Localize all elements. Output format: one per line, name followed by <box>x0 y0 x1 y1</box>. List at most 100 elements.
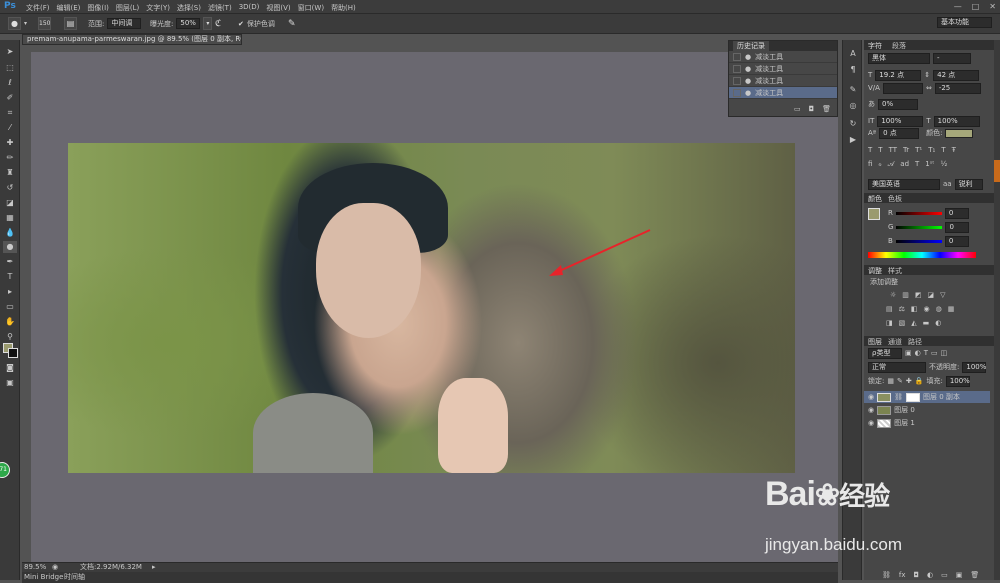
exposure-icon[interactable]: ◪ <box>928 291 935 299</box>
threshold-icon[interactable]: ◭ <box>911 319 916 327</box>
lock-all-icon[interactable]: 🔒 <box>915 377 924 385</box>
move-tool-icon[interactable]: ➤ <box>3 46 17 58</box>
menu-view[interactable]: 视图(V) <box>266 3 290 13</box>
language-select[interactable]: 美国英语 <box>868 178 940 190</box>
color-balance-icon[interactable]: ⚖ <box>899 305 905 313</box>
pen-tool-icon[interactable]: ✒ <box>3 256 17 268</box>
clone-source-icon[interactable]: ◎ <box>846 100 860 112</box>
faux-bold-button[interactable]: T <box>868 146 872 154</box>
channel-slider-g[interactable] <box>896 225 943 229</box>
small-caps-button[interactable]: Tr <box>903 146 909 154</box>
font-family-select[interactable]: 黑体 <box>868 52 930 64</box>
anti-alias-select[interactable]: 锐利 <box>954 178 983 190</box>
paths-tab[interactable]: 路径 <box>908 337 922 347</box>
blend-mode-select[interactable]: 正常 <box>868 361 926 373</box>
airbrush-toggle[interactable]: ℭ <box>215 17 221 30</box>
history-item-selected[interactable]: ● 减淡工具 <box>729 87 837 99</box>
delete-icon[interactable]: 🗑 <box>822 105 831 113</box>
photo-filter-icon[interactable]: ◉ <box>924 305 930 313</box>
history-item[interactable]: ● 减淡工具 <box>729 75 837 87</box>
adjustments-tab[interactable]: 调整 <box>868 266 882 276</box>
shape-filter-icon[interactable]: ▭ <box>931 349 938 357</box>
channel-input-g[interactable]: 0 <box>945 221 970 233</box>
quick-mask-icon[interactable]: ◙ <box>3 362 17 374</box>
right-scrollbar[interactable] <box>994 40 1000 580</box>
layer-style-icon[interactable]: fx <box>899 571 906 579</box>
protect-tones-group[interactable]: ✔ 保护色调 <box>238 17 275 30</box>
gradient-map-icon[interactable]: ▬ <box>923 319 930 327</box>
alternates-icon[interactable]: ad <box>900 160 909 168</box>
add-mask-icon[interactable]: ◘ <box>914 571 920 579</box>
menu-image[interactable]: 图像(I) <box>87 3 109 13</box>
layer-filter-select[interactable]: ρ类型 <box>868 347 902 359</box>
type-tool-icon[interactable]: T <box>3 271 17 283</box>
history-item[interactable]: ● 减淡工具 <box>729 63 837 75</box>
workspace-select[interactable]: 基本功能 <box>937 17 992 28</box>
titling-icon[interactable]: T <box>915 160 919 168</box>
history-checkbox[interactable] <box>733 52 741 61</box>
visibility-eye-icon[interactable]: ◉ <box>868 419 874 427</box>
actions-panel-icon[interactable]: ▶ <box>846 134 860 146</box>
vibrance-icon[interactable]: ▽ <box>940 291 945 299</box>
layer-row[interactable]: ◉ 图层 1 <box>864 417 990 429</box>
path-select-tool-icon[interactable]: ▸ <box>3 286 17 298</box>
history-checkbox[interactable] <box>733 64 741 73</box>
hand-tool-icon[interactable]: ✋ <box>3 316 17 328</box>
close-button[interactable]: ✕ <box>989 2 996 11</box>
fraction-icon[interactable]: ½ <box>940 160 947 168</box>
background-color[interactable] <box>8 348 18 358</box>
superscript-button[interactable]: T¹ <box>915 146 922 154</box>
layer-row-selected[interactable]: ◉ ⛓ 图层 0 副本 <box>864 391 990 403</box>
status-menu-icon[interactable]: ▸ <box>152 563 156 572</box>
delete-layer-icon[interactable]: 🗑 <box>970 571 979 579</box>
layer-mask-thumbnail[interactable] <box>906 392 920 402</box>
color-lookup-icon[interactable]: ▦ <box>948 305 955 313</box>
eyedropper-tool-icon[interactable]: ⁄ <box>3 122 17 134</box>
tracking-input[interactable]: -25 <box>934 82 981 94</box>
menu-help[interactable]: 帮助(H) <box>331 3 356 13</box>
baseline-shift-input[interactable]: 0 点 <box>879 127 920 139</box>
all-caps-button[interactable]: TT <box>889 146 897 154</box>
new-document-from-state-icon[interactable]: ▭ <box>794 105 801 113</box>
swash-icon[interactable]: 𝒜 <box>888 160 895 169</box>
ligature-icon[interactable]: fi <box>868 160 872 168</box>
fill-input[interactable]: 100% <box>945 375 970 387</box>
lock-position-icon[interactable]: ✚ <box>906 377 912 385</box>
crop-tool-icon[interactable]: ⌗ <box>3 107 17 119</box>
menu-type[interactable]: 文字(Y) <box>146 3 170 13</box>
lock-image-icon[interactable]: ✎ <box>897 377 903 385</box>
history-checkbox[interactable] <box>733 88 741 97</box>
font-size-input[interactable]: 19.2 点 <box>875 69 922 81</box>
rectangle-tool-icon[interactable]: ▭ <box>3 301 17 313</box>
timeline-tab[interactable]: 时间轴 <box>64 572 85 582</box>
exposure-slider-toggle[interactable]: ▾ <box>203 17 213 30</box>
leading-input[interactable]: 42 点 <box>933 69 980 81</box>
adjust-filter-icon[interactable]: ◐ <box>915 349 921 357</box>
layers-tab[interactable]: 图层 <box>868 337 882 347</box>
lasso-tool-icon[interactable]: ℓ <box>3 77 17 89</box>
marquee-tool-icon[interactable]: ⬚ <box>3 62 17 74</box>
visibility-eye-icon[interactable]: ◉ <box>868 393 874 401</box>
character-tab[interactable]: 字符 <box>868 41 882 51</box>
maximize-button[interactable]: □ <box>972 2 980 11</box>
new-adjustment-icon[interactable]: ◐ <box>927 571 933 579</box>
channel-input-r[interactable]: 0 <box>944 207 969 219</box>
smart-filter-icon[interactable]: ◫ <box>941 349 948 357</box>
status-info-icon[interactable]: ◉ <box>52 563 58 572</box>
clone-stamp-tool-icon[interactable]: ♜ <box>3 167 17 179</box>
menu-window[interactable]: 窗口(W) <box>298 3 324 13</box>
menu-edit[interactable]: 编辑(E) <box>57 3 81 13</box>
vertical-scale-input[interactable]: 100% <box>877 115 924 127</box>
healing-tool-icon[interactable]: ✚ <box>3 137 17 149</box>
type-filter-icon[interactable]: T <box>924 349 928 357</box>
hue-saturation-icon[interactable]: ▤ <box>886 305 893 313</box>
panel-collapse-tab[interactable] <box>994 160 1000 182</box>
channel-mixer-icon[interactable]: ◍ <box>936 305 942 313</box>
exposure-input[interactable]: 50% <box>176 18 201 29</box>
menu-file[interactable]: 文件(F) <box>26 3 50 13</box>
character-panel-icon[interactable]: A <box>846 48 860 60</box>
font-style-select[interactable]: - <box>933 52 971 64</box>
zoom-tool-icon[interactable]: ⚲ <box>3 331 17 343</box>
menu-filter[interactable]: 滤镜(T) <box>208 3 232 13</box>
color-tab[interactable]: 颜色 <box>868 194 882 204</box>
